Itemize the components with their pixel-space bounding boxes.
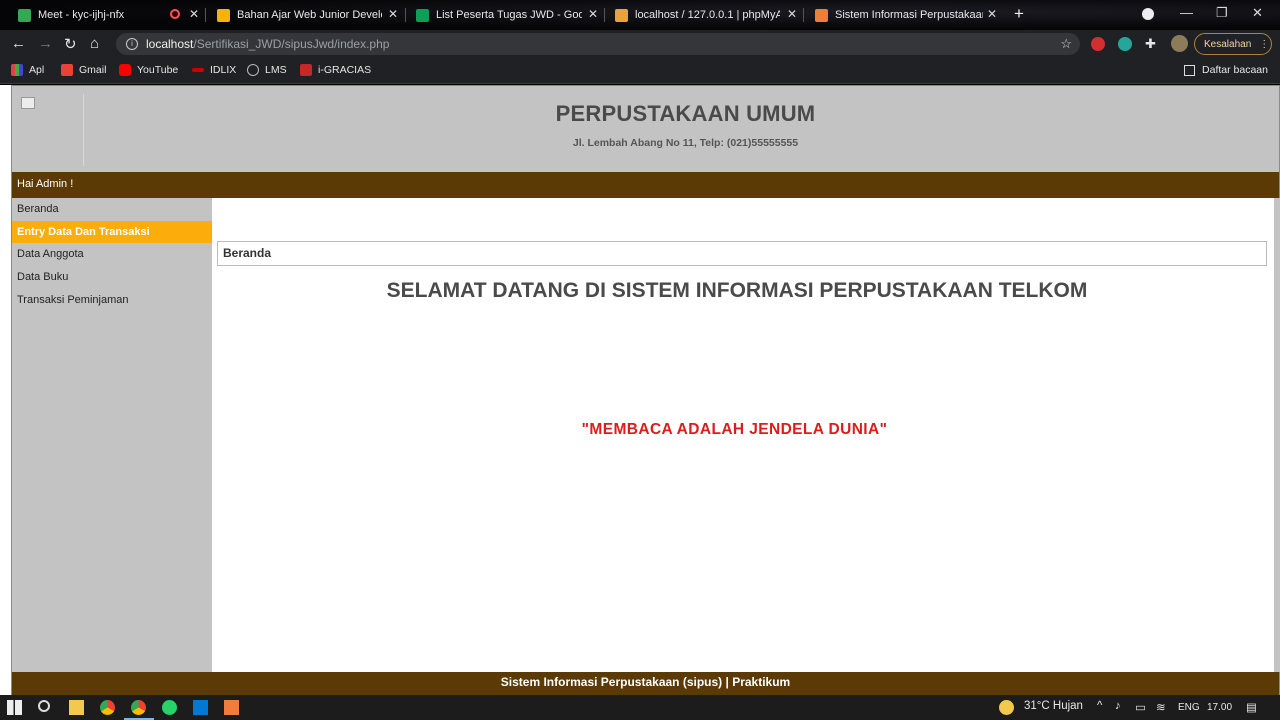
- idlix-icon: [192, 68, 204, 72]
- address-toolbar: ← → ↻ ⌂ i localhost /Sertifikasi_JWD/sip…: [0, 30, 1280, 58]
- profile-avatar[interactable]: [1171, 35, 1188, 52]
- menu-item-transaksi-peminjaman[interactable]: Transaksi Peminjaman: [12, 289, 212, 312]
- menu-item-entry-data[interactable]: Entry Data Dan Transaksi: [12, 220, 212, 244]
- windows-start-icon[interactable]: [7, 700, 22, 715]
- wifi-icon[interactable]: ≋: [1156, 700, 1166, 714]
- menu-item-data-anggota[interactable]: Data Anggota: [12, 243, 212, 266]
- slides-favicon-icon: [217, 8, 230, 22]
- site-header: PERPUSTAKAAN UMUM Jl. Lembah Abang No 11…: [12, 86, 1279, 172]
- main-content: Beranda SELAMAT DATANG DI SISTEM INFORMA…: [212, 198, 1274, 672]
- close-tab-icon[interactable]: ✕: [987, 7, 997, 21]
- windows-taskbar: 31°C Hujan ^ ♪ ▭ ≋ ENG 17.00 ▤: [0, 695, 1280, 720]
- site-title: PERPUSTAKAAN UMUM: [555, 101, 816, 126]
- sheets-favicon-icon: [416, 8, 429, 22]
- browser-tabstrip: Meet - kyc-ijhj-nfx ✕ Bahan Ajar Web Jun…: [0, 0, 1280, 30]
- bookmark-apps[interactable]: Apl: [11, 64, 44, 76]
- sidebar-menu: Beranda Entry Data Dan Transaksi Data An…: [12, 198, 212, 672]
- close-tab-icon[interactable]: ✕: [787, 7, 797, 21]
- bookmark-star-icon[interactable]: ☆: [1060, 36, 1072, 52]
- home-icon[interactable]: ⌂: [90, 35, 99, 52]
- bookmarks-bar: Apl Gmail YouTube IDLIX LMS i-GRACIAS Da…: [0, 58, 1280, 84]
- igracias-icon: [300, 64, 312, 76]
- gmail-icon: [61, 64, 73, 76]
- apps-grid-icon: [11, 64, 23, 76]
- tab-separator: [205, 8, 206, 22]
- url-host: localhost: [146, 37, 194, 51]
- lms-icon: [247, 64, 259, 76]
- extension-shield-icon[interactable]: [1091, 37, 1105, 51]
- file-explorer-icon[interactable]: [69, 700, 84, 715]
- tab-separator: [803, 8, 804, 22]
- extension-m-icon[interactable]: [1118, 37, 1132, 51]
- restore-icon[interactable]: ❐: [1216, 5, 1228, 21]
- tab-meet[interactable]: Meet - kyc-ijhj-nfx: [18, 4, 168, 26]
- scrollbar[interactable]: [1274, 198, 1280, 672]
- youtube-icon: [119, 64, 131, 76]
- site-info-icon[interactable]: i: [126, 38, 138, 50]
- bookmark-gmail[interactable]: Gmail: [61, 64, 106, 76]
- greeting-text: Hai Admin !: [17, 178, 74, 190]
- menu-dots-icon: ⋮: [1259, 38, 1270, 50]
- web-page: PERPUSTAKAAN UMUM Jl. Lembah Abang No 11…: [0, 85, 1280, 696]
- menu-item-beranda[interactable]: Beranda: [12, 198, 212, 221]
- chrome-icon[interactable]: [100, 700, 115, 715]
- tab-phpmyadmin[interactable]: localhost / 127.0.0.1 | phpMyAdm: [615, 4, 780, 26]
- site-address: Jl. Lembah Abang No 11, Telp: (021)55555…: [572, 137, 799, 149]
- language-indicator[interactable]: ENG: [1178, 702, 1200, 713]
- search-icon[interactable]: [38, 700, 50, 712]
- minimize-icon[interactable]: —: [1180, 5, 1193, 20]
- menu-item-data-buku[interactable]: Data Buku: [12, 266, 212, 289]
- greeting-bar: Hai Admin !: [12, 172, 1279, 198]
- notifications-icon[interactable]: ▤: [1246, 700, 1257, 714]
- xampp-icon[interactable]: [224, 700, 239, 715]
- new-tab-button[interactable]: +: [1014, 4, 1024, 24]
- tray-chevron-icon[interactable]: ^: [1097, 700, 1102, 712]
- close-tab-icon[interactable]: ✕: [388, 7, 398, 21]
- bookmark-idlix[interactable]: IDLIX: [192, 64, 236, 76]
- url-path: /Sertifikasi_JWD/sipusJwd/index.php: [193, 37, 390, 51]
- reading-list-icon: [1184, 64, 1196, 76]
- error-button[interactable]: Kesalahan ⋮: [1194, 33, 1272, 55]
- forward-icon[interactable]: →: [38, 35, 53, 52]
- page-frame: PERPUSTAKAAN UMUM Jl. Lembah Abang No 11…: [11, 85, 1280, 696]
- weather-icon[interactable]: [999, 700, 1014, 715]
- bookmark-youtube[interactable]: YouTube: [119, 64, 178, 76]
- extensions-puzzle-icon[interactable]: ✚: [1145, 36, 1156, 52]
- chrome-profile-icon[interactable]: [131, 700, 146, 715]
- close-tab-icon[interactable]: ✕: [189, 7, 199, 21]
- xampp-favicon-icon: [815, 8, 828, 22]
- bookmark-lms[interactable]: LMS: [247, 64, 287, 76]
- site-footer: Sistem Informasi Perpustakaan (sipus) | …: [12, 672, 1279, 696]
- back-icon[interactable]: ←: [11, 35, 26, 52]
- tab-list-peserta[interactable]: List Peserta Tugas JWD - Google: [416, 4, 582, 26]
- battery-icon[interactable]: ▭: [1135, 700, 1146, 714]
- reload-icon[interactable]: ↻: [64, 35, 77, 53]
- breadcrumb: Beranda: [217, 241, 1267, 266]
- close-tab-icon[interactable]: ✕: [588, 7, 598, 21]
- clock[interactable]: 17.00: [1207, 702, 1232, 713]
- welcome-heading: SELAMAT DATANG DI SISTEM INFORMASI PERPU…: [386, 279, 1088, 302]
- volume-icon[interactable]: ♪: [1115, 700, 1121, 712]
- whatsapp-icon[interactable]: [162, 700, 177, 715]
- footer-text: Sistem Informasi Perpustakaan (sipus) | …: [500, 675, 791, 689]
- close-window-icon[interactable]: ✕: [1252, 5, 1263, 21]
- recording-icon: [170, 9, 180, 19]
- reading-list-button[interactable]: Daftar bacaan: [1184, 64, 1268, 76]
- tab-bahan-ajar[interactable]: Bahan Ajar Web Junior Develope: [217, 4, 382, 26]
- vscode-icon[interactable]: [193, 700, 208, 715]
- phpmyadmin-favicon-icon: [615, 8, 628, 22]
- bookmark-igracias[interactable]: i-GRACIAS: [300, 64, 371, 76]
- tab-separator: [405, 8, 406, 22]
- weather-text[interactable]: 31°C Hujan: [1024, 700, 1083, 712]
- tab-search-icon[interactable]: [1142, 8, 1154, 20]
- url-bar[interactable]: i localhost /Sertifikasi_JWD/sipusJwd/in…: [116, 33, 1080, 55]
- tab-separator: [604, 8, 605, 22]
- meet-favicon-icon: [18, 8, 31, 22]
- quote-text: "MEMBACA ADALAH JENDELA DUNIA": [581, 421, 888, 438]
- tab-sistem-informasi[interactable]: Sistem Informasi Perpustakaan: [815, 4, 983, 26]
